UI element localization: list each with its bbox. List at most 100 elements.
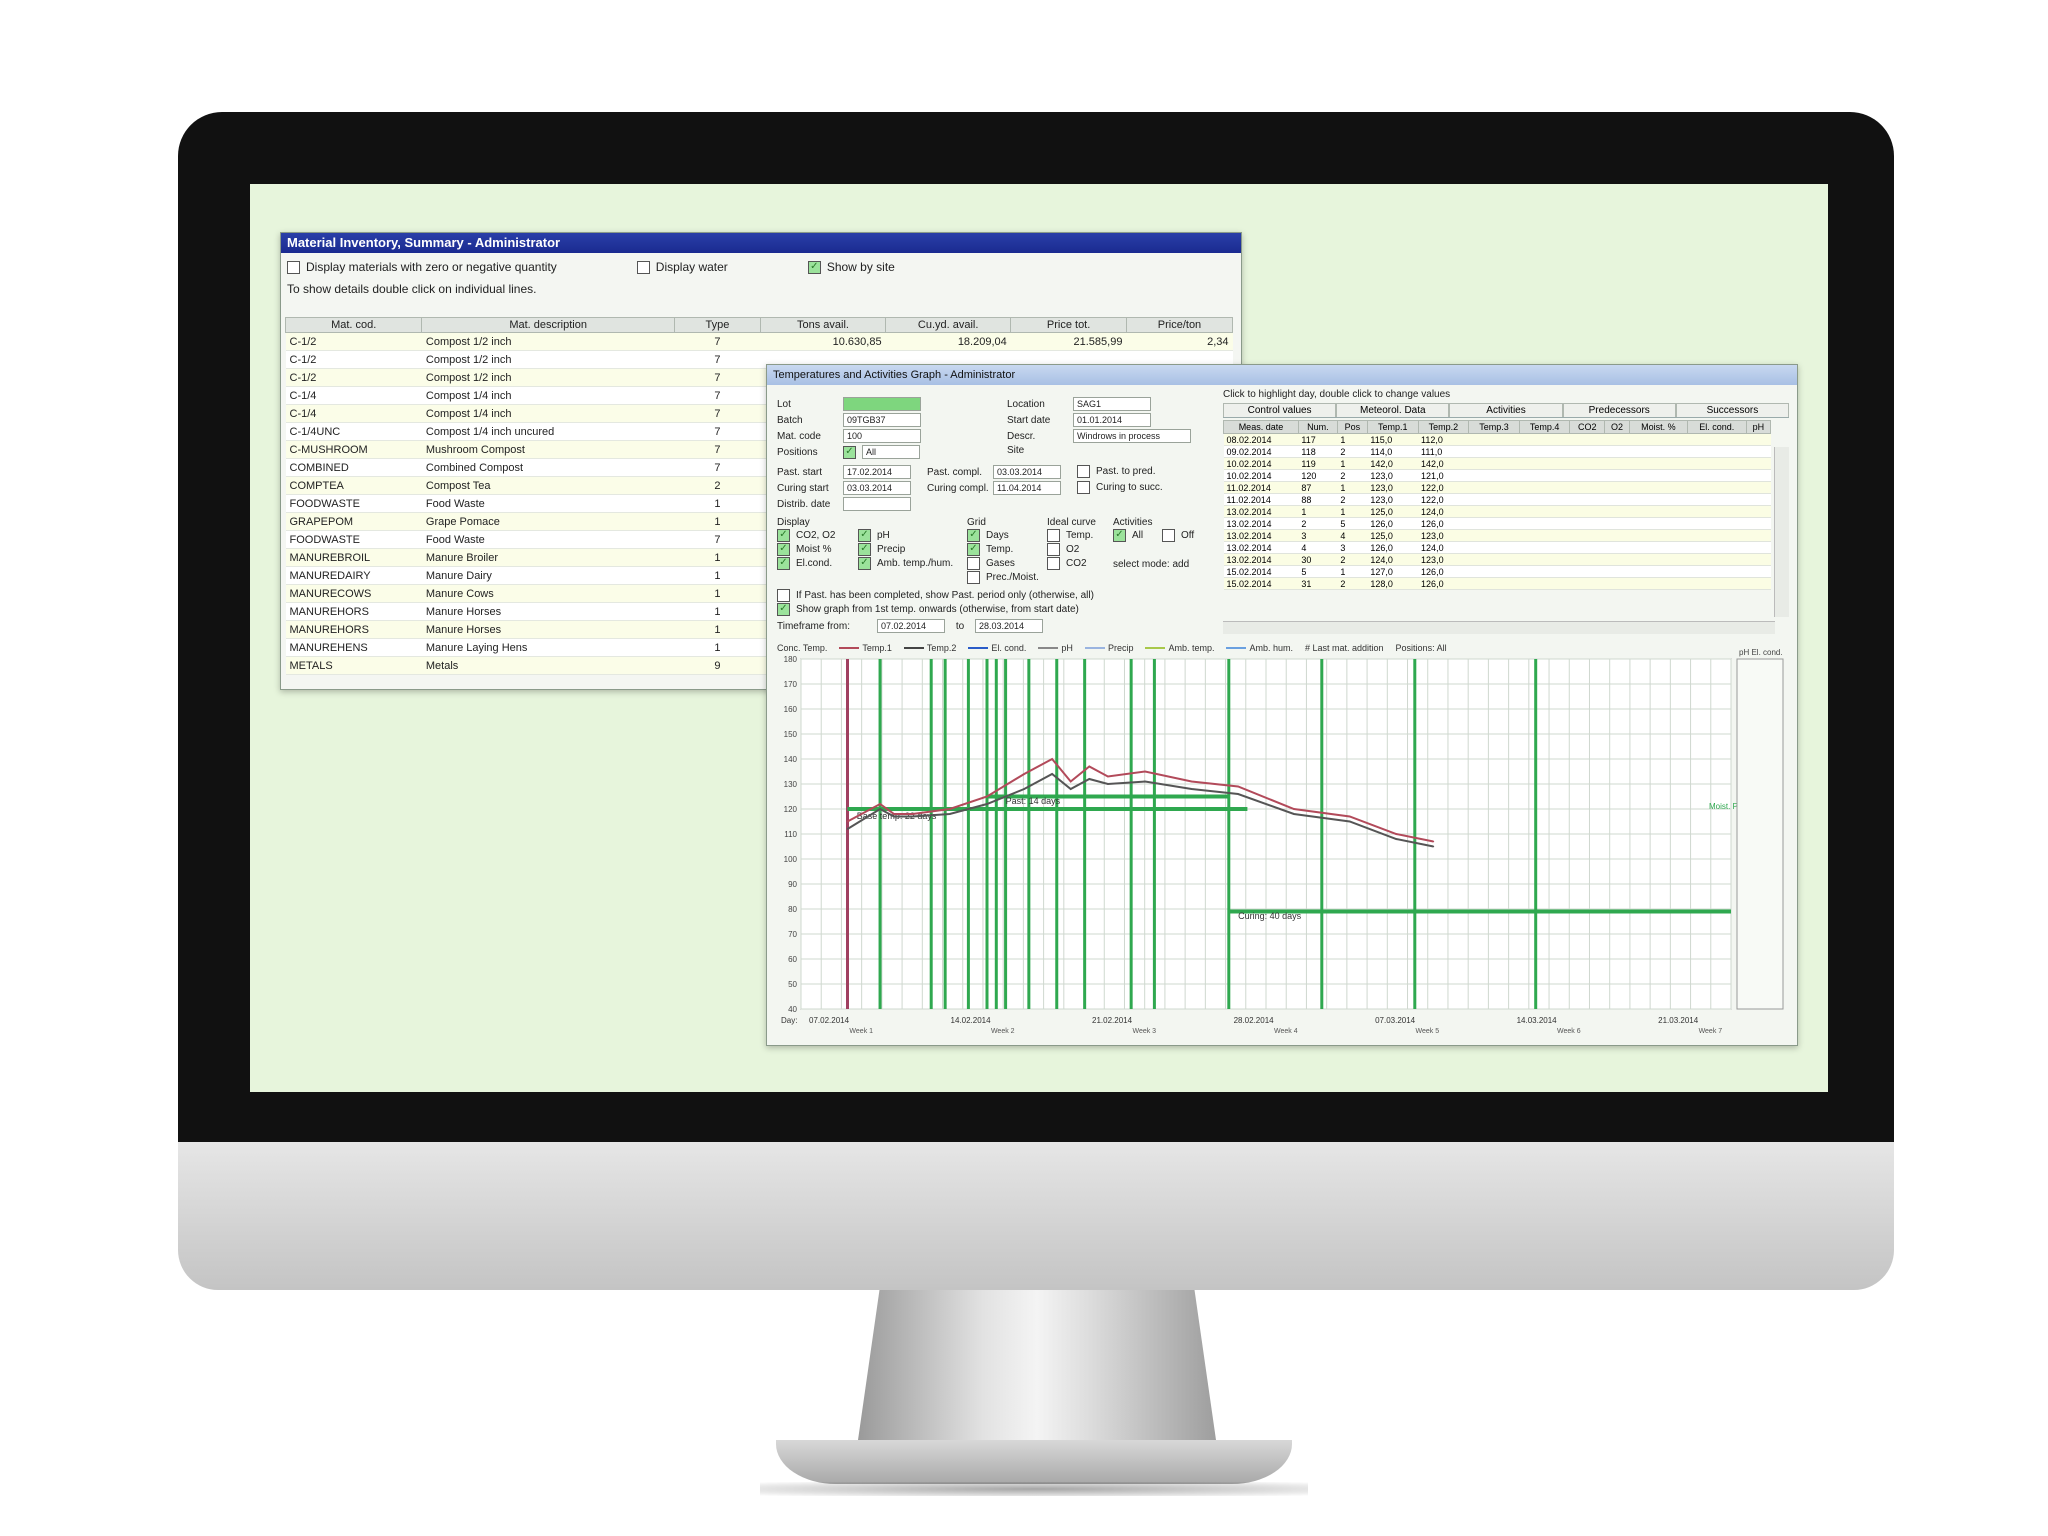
table-cell: Manure Dairy bbox=[421, 566, 675, 585]
checkbox[interactable]: ✓ bbox=[858, 543, 871, 556]
table-cell: GRAPEPOM bbox=[285, 512, 422, 531]
table-cell: Compost 1/2 inch bbox=[421, 350, 675, 369]
col-mat-desc[interactable]: Mat. description bbox=[421, 317, 675, 333]
tab-predecessors[interactable]: Predecessors bbox=[1562, 403, 1676, 417]
y-tick-label: 180 bbox=[784, 655, 798, 664]
checkbox[interactable]: ✓ bbox=[858, 529, 871, 542]
checkbox[interactable]: ✓ bbox=[777, 529, 790, 542]
y-tick-label: 130 bbox=[784, 780, 798, 789]
table-cell bbox=[1519, 493, 1570, 506]
col-type[interactable]: Type bbox=[673, 317, 761, 333]
positions-field[interactable]: All bbox=[862, 445, 920, 459]
table-row[interactable]: 15.02.2014 31 2 128,0 126,0 bbox=[1223, 577, 1771, 590]
table-row[interactable]: 13.02.2014 30 2 124,0 123,0 bbox=[1223, 553, 1771, 566]
checkbox[interactable]: ✓ bbox=[777, 557, 790, 570]
checkbox[interactable] bbox=[967, 557, 980, 570]
table-row[interactable]: 10.02.2014 119 1 142,0 142,0 bbox=[1223, 457, 1771, 470]
location-field[interactable]: SAG1 bbox=[1073, 397, 1151, 411]
data-point bbox=[986, 795, 988, 798]
lot-label: Lot bbox=[777, 398, 791, 410]
col-cuyd[interactable]: Cu.yd. avail. bbox=[885, 317, 1012, 333]
table-row[interactable]: 11.02.2014 87 1 123,0 122,0 bbox=[1223, 481, 1771, 494]
values-col[interactable]: El. cond. bbox=[1686, 420, 1747, 434]
horizontal-scrollbar[interactable] bbox=[1223, 621, 1775, 634]
batch-field[interactable]: 09TGB37 bbox=[843, 413, 921, 427]
table-cell: 1 bbox=[1337, 433, 1368, 446]
lot-field[interactable] bbox=[843, 397, 921, 411]
checkbox[interactable] bbox=[967, 571, 980, 584]
checkbox[interactable] bbox=[1077, 465, 1090, 478]
table-cell: 1 bbox=[674, 584, 761, 603]
tab-meteorol-data[interactable]: Meteorol. Data bbox=[1336, 403, 1450, 417]
table-row[interactable]: 15.02.2014 5 1 127,0 126,0 bbox=[1223, 565, 1771, 578]
col-tons[interactable]: Tons avail. bbox=[759, 317, 887, 333]
values-col[interactable]: Num. bbox=[1297, 420, 1338, 434]
values-col[interactable]: Meas. date bbox=[1223, 420, 1299, 434]
table-cell bbox=[1468, 481, 1520, 494]
table-row[interactable]: 08.02.2014 117 1 115,0 112,0 bbox=[1223, 433, 1771, 446]
values-col[interactable]: CO2 bbox=[1569, 420, 1605, 434]
checkbox[interactable]: ✓ bbox=[967, 543, 980, 556]
values-col[interactable]: pH bbox=[1745, 420, 1772, 434]
table-row[interactable]: 13.02.2014 2 5 126,0 126,0 bbox=[1223, 517, 1771, 530]
table-row[interactable]: 13.02.2014 4 3 126,0 124,0 bbox=[1223, 541, 1771, 554]
tab-successors[interactable]: Successors bbox=[1675, 403, 1790, 417]
table-row[interactable]: C-1/2 Compost 1/2 inch 7 10.630,85 18.209,04… bbox=[285, 332, 1233, 351]
checkbox[interactable] bbox=[1047, 543, 1060, 556]
paststart-field[interactable]: 17.02.2014 bbox=[843, 465, 911, 479]
checkbox[interactable]: ✓ bbox=[1113, 529, 1126, 542]
distrib-field[interactable] bbox=[843, 497, 911, 511]
values-col[interactable]: Temp.2 bbox=[1417, 420, 1470, 434]
curingstart-field[interactable]: 03.03.2014 bbox=[843, 481, 911, 495]
values-col[interactable]: Pos bbox=[1336, 420, 1368, 434]
col-price[interactable]: Price tot. bbox=[1010, 317, 1127, 333]
tab-control-values[interactable]: Control values bbox=[1223, 403, 1337, 417]
timeframe-label: Timeframe from: bbox=[777, 620, 850, 632]
col-mat-code[interactable]: Mat. cod. bbox=[284, 317, 423, 333]
opt-display-water[interactable]: Display water bbox=[636, 260, 728, 274]
vertical-scrollbar[interactable] bbox=[1774, 447, 1789, 617]
checkbox[interactable] bbox=[1162, 529, 1175, 542]
checkbox[interactable] bbox=[287, 260, 300, 274]
table-cell: 1 bbox=[674, 566, 761, 585]
startdate-field[interactable]: 01.01.2014 bbox=[1073, 413, 1151, 427]
opt-show-by-site[interactable]: ✓ Show by site bbox=[807, 260, 895, 274]
table-row[interactable]: 10.02.2014 120 2 123,0 121,0 bbox=[1223, 469, 1771, 482]
table-cell bbox=[1569, 565, 1605, 578]
table-cell bbox=[1629, 481, 1688, 494]
checkbox[interactable]: ✓ bbox=[777, 543, 790, 556]
opt-zero-qty[interactable]: Display materials with zero or negative … bbox=[287, 260, 557, 274]
table-row[interactable]: 11.02.2014 88 2 123,0 122,0 bbox=[1223, 493, 1771, 506]
checkbox[interactable]: ✓ bbox=[967, 529, 980, 542]
values-col[interactable]: O2 bbox=[1603, 420, 1630, 434]
table-row[interactable]: 13.02.2014 1 1 125,0 124,0 bbox=[1223, 505, 1771, 518]
table-cell: C-1/4 bbox=[285, 404, 422, 423]
checkbox[interactable] bbox=[1077, 481, 1090, 494]
checkbox[interactable] bbox=[636, 260, 650, 274]
checkbox[interactable] bbox=[777, 589, 790, 602]
curingcompl-field[interactable]: 11.04.2014 bbox=[993, 481, 1061, 495]
screen: Material Inventory, Summary - Administra… bbox=[250, 184, 1828, 1092]
checkbox[interactable] bbox=[1047, 557, 1060, 570]
col-price-ton[interactable]: Price/ton bbox=[1125, 317, 1234, 333]
pastcompl-field[interactable]: 03.03.2014 bbox=[993, 465, 1061, 479]
matcode-field[interactable]: 100 bbox=[843, 429, 921, 443]
values-col[interactable]: Moist. % bbox=[1628, 420, 1688, 434]
values-col[interactable]: Temp.4 bbox=[1518, 420, 1571, 434]
checkbox[interactable]: ✓ bbox=[858, 557, 871, 570]
checkbox[interactable]: ✓ bbox=[777, 603, 790, 616]
checkbox[interactable]: ✓ bbox=[843, 445, 856, 459]
table-row[interactable]: 13.02.2014 3 4 125,0 123,0 bbox=[1223, 529, 1771, 542]
table-cell: Mushroom Compost bbox=[421, 440, 675, 459]
timeframe-to[interactable]: 28.03.2014 bbox=[975, 619, 1043, 633]
table-cell: 08.02.2014 bbox=[1223, 433, 1299, 446]
checkbox[interactable]: ✓ bbox=[807, 260, 821, 274]
values-col[interactable]: Temp.1 bbox=[1366, 420, 1419, 434]
descr-field[interactable]: Windrows in process bbox=[1073, 429, 1191, 443]
checkbox[interactable] bbox=[1047, 529, 1060, 542]
table-cell: 122,0 bbox=[1418, 493, 1469, 506]
timeframe-from[interactable]: 07.02.2014 bbox=[877, 619, 945, 633]
values-col[interactable]: Temp.3 bbox=[1468, 420, 1520, 434]
tab-activities[interactable]: Activities bbox=[1449, 403, 1563, 417]
table-row[interactable]: 09.02.2014 118 2 114,0 111,0 bbox=[1223, 445, 1771, 458]
